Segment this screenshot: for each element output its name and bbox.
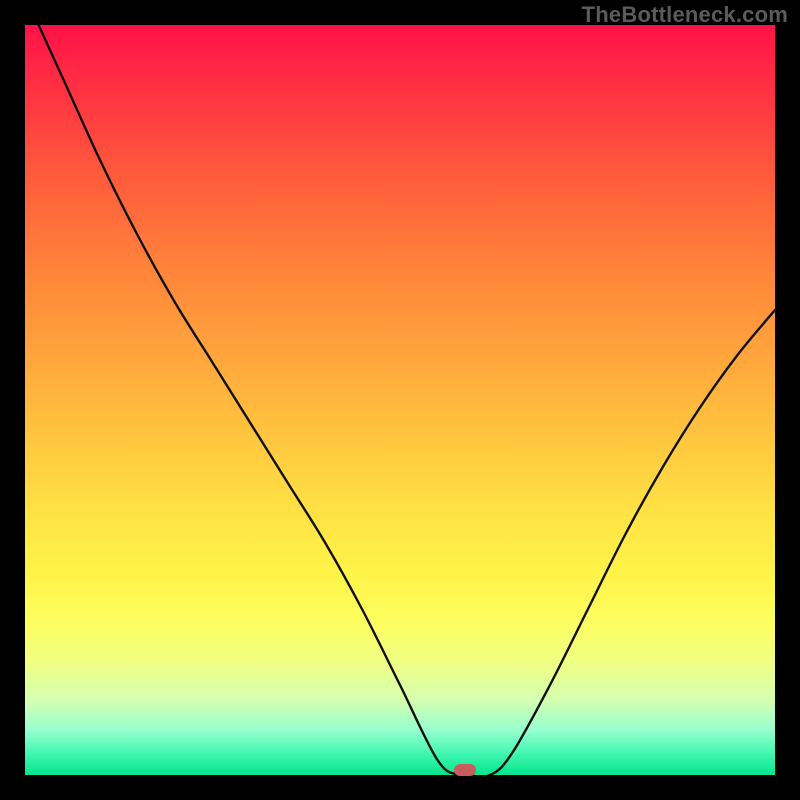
plot-area: [25, 25, 775, 775]
bottleneck-curve: [25, 25, 775, 775]
curve-path: [25, 25, 775, 775]
chart-frame: TheBottleneck.com: [0, 0, 800, 800]
watermark-text: TheBottleneck.com: [582, 2, 788, 28]
optimal-point-marker: [454, 764, 476, 776]
